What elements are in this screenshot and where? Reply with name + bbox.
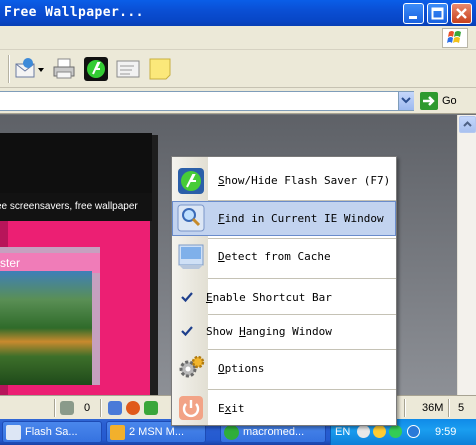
sync-icon[interactable]	[108, 401, 122, 415]
status-separator	[404, 399, 406, 417]
flash-saver-icon	[178, 168, 204, 194]
address-bar: Go	[0, 88, 476, 114]
power-icon	[179, 396, 203, 420]
status-count-1: 0	[84, 402, 91, 414]
windows-logo-icon	[442, 28, 468, 48]
notes-icon[interactable]	[148, 57, 172, 81]
status-separator	[100, 399, 102, 417]
mail-icon[interactable]	[14, 57, 46, 81]
scroll-up-button[interactable]	[459, 116, 476, 133]
address-input[interactable]	[0, 91, 414, 111]
print-icon[interactable]	[52, 57, 76, 81]
chevron-down-icon	[401, 97, 411, 104]
vertical-scrollbar[interactable]	[457, 115, 476, 395]
macromedia-icon	[224, 425, 239, 440]
menu-item-show-hanging-window[interactable]: Show Hanging Window	[172, 315, 396, 347]
minimize-icon	[409, 16, 417, 19]
maximize-icon	[431, 7, 444, 20]
title-bar: Free Wallpaper...	[0, 0, 476, 26]
messenger-icon[interactable]	[407, 425, 420, 438]
tray-icon[interactable]	[357, 425, 370, 438]
menu-bar	[0, 26, 476, 50]
recycle-icon[interactable]	[60, 401, 74, 415]
toolbar-separator	[8, 55, 10, 83]
status-separator	[448, 399, 450, 417]
language-indicator[interactable]: EN	[335, 424, 350, 440]
clock: 9:59	[435, 426, 457, 438]
task-flash-saver[interactable]: Flash Sa...	[2, 421, 102, 443]
menu-item-label: Show/Hide Flash Saver (F7)	[218, 174, 391, 187]
edit-icon[interactable]	[116, 57, 140, 81]
maximize-button[interactable]	[427, 3, 448, 24]
close-button[interactable]	[451, 3, 472, 24]
go-label[interactable]: Go	[442, 92, 457, 110]
status-memory: 36M	[422, 402, 444, 414]
menu-item-label: Enable Shortcut Bar	[206, 291, 332, 304]
menu-item-enable-shortcut-bar[interactable]: Enable Shortcut Bar	[172, 280, 396, 312]
menu-item-find[interactable]: Find in Current IE Window	[172, 201, 396, 236]
menu-item-options[interactable]: Options	[172, 351, 396, 387]
landscape-image	[0, 271, 92, 385]
go-arrow-icon	[423, 96, 435, 106]
checkmark-icon	[181, 326, 193, 337]
checkmark-icon	[181, 292, 193, 303]
menu-item-label: Show Hanging Window	[206, 325, 332, 338]
task-label: macromed...	[243, 426, 305, 438]
toolbar	[0, 50, 476, 88]
menu-item-show-hide[interactable]: Show/Hide Flash Saver (F7)	[172, 163, 396, 199]
menu-separator	[208, 278, 396, 279]
context-menu: Show/Hide Flash Saver (F7) Find in Curre…	[171, 156, 397, 426]
package-top	[0, 133, 152, 193]
menu-item-label: Exit	[218, 402, 245, 415]
menu-separator	[208, 349, 396, 350]
window-title: Free Wallpaper...	[4, 5, 144, 20]
task-label: 2 MSN M...	[129, 426, 185, 438]
menu-item-exit[interactable]: Exit	[172, 391, 396, 425]
close-icon	[456, 8, 467, 19]
menu-item-detect-cache[interactable]: Detect from Cache	[172, 240, 396, 276]
tray-icon[interactable]	[373, 425, 386, 438]
gears-icon	[179, 355, 205, 378]
window-icon	[6, 425, 21, 440]
banner-text: ee screensavers, free wallpaper	[0, 193, 152, 221]
address-dropdown-button[interactable]	[398, 92, 414, 110]
status-separator	[54, 399, 56, 417]
menu-separator	[208, 389, 396, 390]
package-caption: ster	[0, 253, 100, 273]
menu-item-label: Options	[218, 362, 265, 375]
menu-separator	[208, 238, 396, 239]
block-icon[interactable]	[126, 401, 140, 415]
msn-icon	[110, 425, 125, 440]
menu-item-label: Detect from Cache	[218, 250, 331, 263]
menu-item-label: Find in Current IE Window	[218, 212, 384, 225]
task-label: Flash Sa...	[25, 426, 78, 438]
go-button[interactable]	[420, 92, 438, 110]
chevron-up-icon	[463, 121, 472, 127]
magnifier-icon	[177, 204, 205, 232]
flash-status-icon[interactable]	[144, 401, 158, 415]
cache-icon	[178, 244, 204, 269]
tray-icon[interactable]	[389, 425, 402, 438]
flash-saver-icon[interactable]	[84, 57, 108, 81]
minimize-button[interactable]	[403, 3, 424, 24]
status-count-2: 5	[458, 402, 465, 414]
